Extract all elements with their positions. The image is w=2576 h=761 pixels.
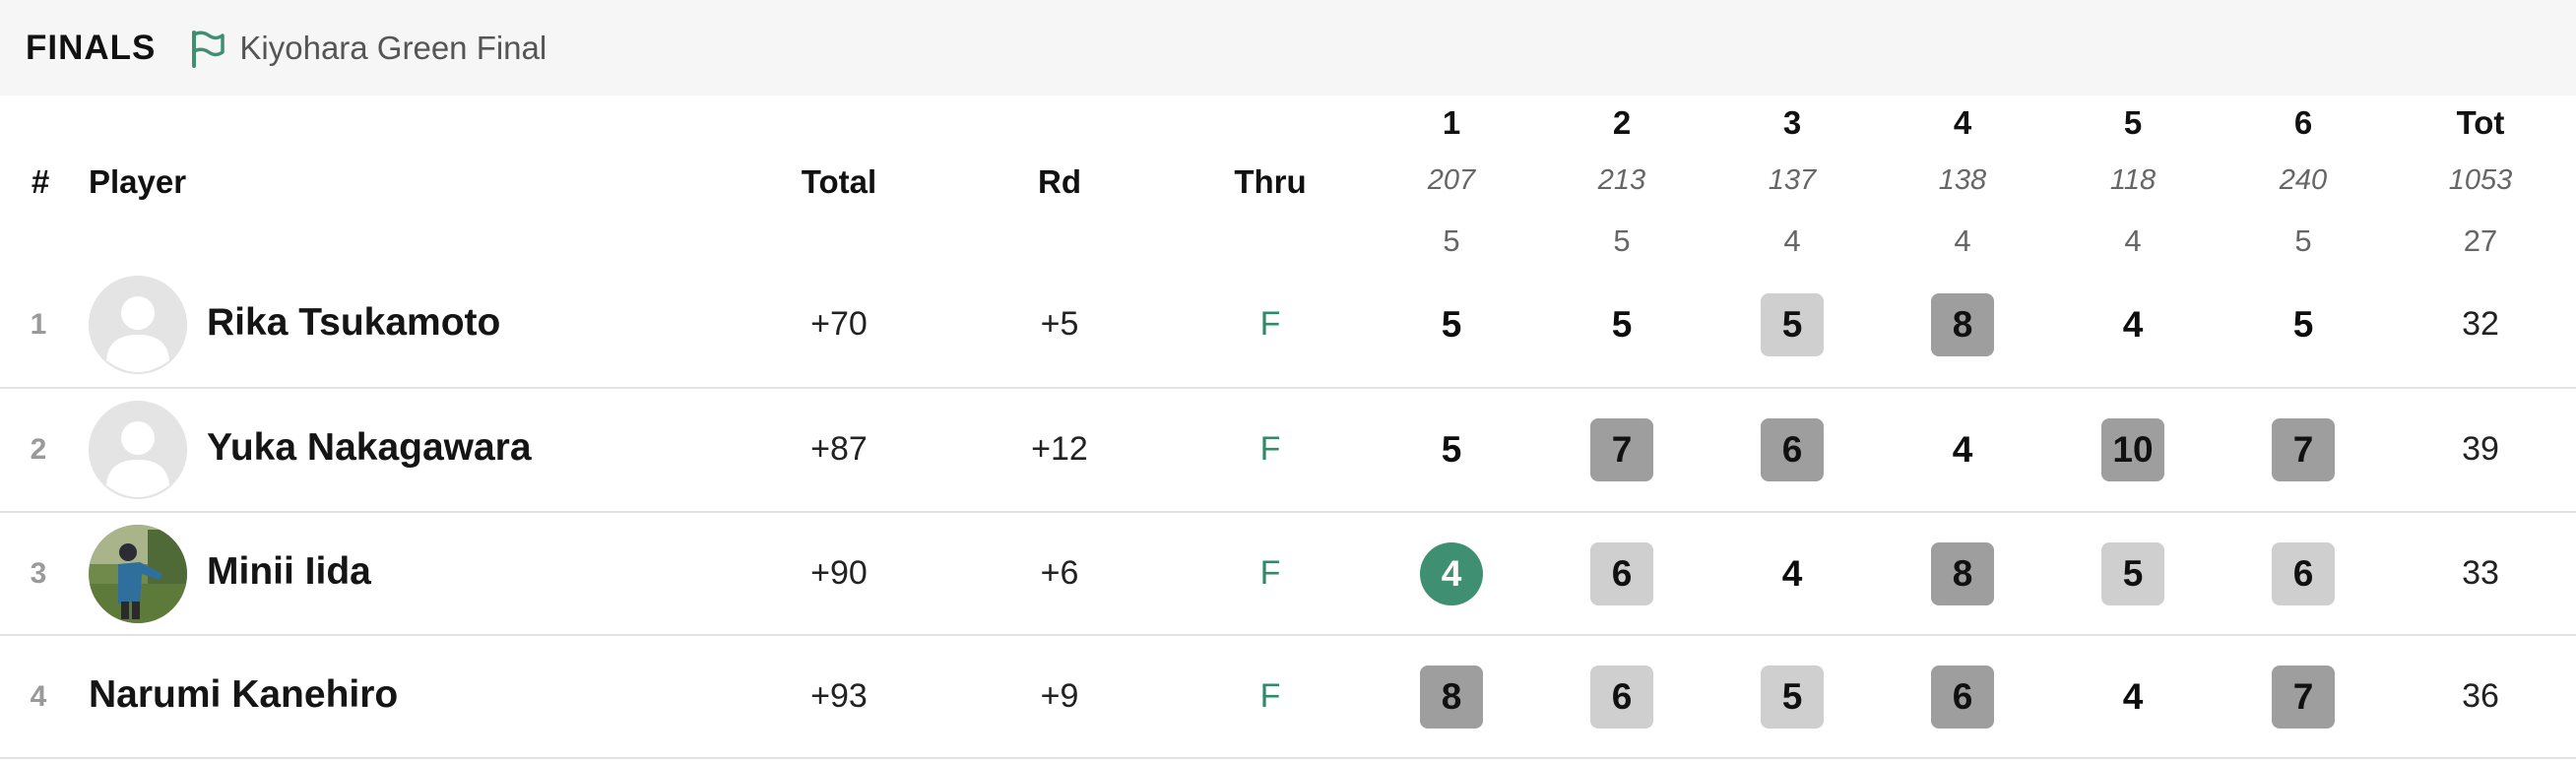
hole-score: 8 <box>1931 293 1994 356</box>
tot-column-header[interactable]: Tot <box>2382 104 2576 142</box>
hole-score: 6 <box>1590 542 1653 605</box>
tot-distance: 1053 <box>2448 164 2513 196</box>
player-round-score: +5 <box>1040 305 1079 343</box>
player-tot: 39 <box>2462 430 2499 468</box>
player-rank: 3 <box>30 557 47 590</box>
hole-score: 5 <box>1761 293 1824 356</box>
hole-par: 4 <box>1954 223 1971 258</box>
hole-number-header: 5 <box>2123 104 2143 141</box>
player-row[interactable]: 2 Yuka Nakagawara +87 +12 F 5 7 6 4 10 7 39 <box>0 387 2576 512</box>
hole-score: 4 <box>1952 429 1973 470</box>
hole-score: 7 <box>2272 418 2335 481</box>
rank-column-header: # <box>31 163 50 200</box>
hole-score: 4 <box>1781 553 1803 594</box>
flag-icon <box>188 29 227 68</box>
hole-score: 8 <box>1931 542 1994 605</box>
table-bottom-divider <box>0 757 2576 759</box>
default-avatar-icon[interactable] <box>89 276 187 374</box>
player-thru: F <box>1259 305 1281 343</box>
hole-score: 5 <box>1441 429 1462 470</box>
hole-par: 5 <box>2294 223 2312 258</box>
player-row[interactable]: 1 Rika Tsukamoto +70 +5 F 5 5 5 8 4 5 32 <box>0 264 2576 387</box>
hole-par: 4 <box>2124 223 2142 258</box>
player-round-score: +6 <box>1040 554 1079 592</box>
page-title: FINALS <box>26 28 157 67</box>
default-avatar-icon[interactable] <box>89 401 187 499</box>
hole-score: 4 <box>1420 542 1483 605</box>
player-rank: 2 <box>30 433 47 466</box>
hole-score: 6 <box>2272 542 2335 605</box>
hole-score: 6 <box>1931 666 1994 729</box>
player-total: +90 <box>810 554 868 592</box>
player-name-link[interactable]: Yuka Nakagawara <box>207 426 532 470</box>
player-name-link[interactable]: Minii Iida <box>207 550 371 594</box>
hole-par: 4 <box>1783 223 1801 258</box>
hole-distance: 213 <box>1597 164 1646 196</box>
player-tot: 36 <box>2462 677 2499 715</box>
player-rank: 4 <box>30 680 47 713</box>
hole-score: 8 <box>1420 666 1483 729</box>
hole-score: 5 <box>1611 304 1633 345</box>
hole-score: 10 <box>2101 418 2164 481</box>
player-round-score: +12 <box>1031 430 1088 468</box>
player-column-header[interactable]: Player <box>89 163 186 201</box>
hole-distance: 138 <box>1938 164 1987 196</box>
hole-score: 5 <box>1441 304 1462 345</box>
hole-score: 4 <box>2122 304 2144 345</box>
player-total: +70 <box>810 305 868 343</box>
total-column-header[interactable]: Total <box>741 163 937 201</box>
hole-par: 5 <box>1613 223 1631 258</box>
thru-column-header[interactable]: Thru <box>1172 163 1369 201</box>
player-rank: 1 <box>30 308 47 341</box>
hole-number-header: 6 <box>2293 104 2313 141</box>
player-name-link[interactable]: Rika Tsukamoto <box>207 301 500 345</box>
player-tot: 33 <box>2462 554 2499 592</box>
player-row[interactable]: 4 Narumi Kanehiro +93 +9 F 8 6 5 6 4 7 36 <box>0 634 2576 759</box>
player-photo-avatar[interactable] <box>89 525 187 623</box>
hole-number-header: 1 <box>1442 104 1461 141</box>
hole-distance: 240 <box>2279 164 2328 196</box>
player-row[interactable]: 3 Minii Iida +90 +6 F 4 6 4 8 5 6 33 <box>0 511 2576 636</box>
hole-number-header: 4 <box>1953 104 1972 141</box>
player-total: +87 <box>810 430 868 468</box>
hole-distance: 207 <box>1427 164 1476 196</box>
hole-distance: 118 <box>2109 164 2157 196</box>
player-thru: F <box>1259 677 1281 715</box>
player-tot: 32 <box>2462 305 2499 343</box>
top-bar: FINALS Kiyohara Green Final <box>0 0 2576 95</box>
rd-column-header[interactable]: Rd <box>961 163 1158 201</box>
hole-par: 5 <box>1443 223 1460 258</box>
hole-score: 5 <box>2292 304 2314 345</box>
player-thru: F <box>1259 430 1281 468</box>
round-name[interactable]: Kiyohara Green Final <box>239 30 547 67</box>
player-thru: F <box>1259 554 1281 592</box>
tot-par: 27 <box>2463 223 2498 258</box>
hole-score: 5 <box>1761 666 1824 729</box>
hole-score: 7 <box>2272 666 2335 729</box>
hole-distance: 137 <box>1768 164 1817 196</box>
hole-score: 6 <box>1590 666 1653 729</box>
hole-score: 7 <box>1590 418 1653 481</box>
player-round-score: +9 <box>1040 677 1079 715</box>
player-name-link[interactable]: Narumi Kanehiro <box>89 673 398 717</box>
hole-score: 6 <box>1761 418 1824 481</box>
player-total: +93 <box>810 677 868 715</box>
hole-number-header: 2 <box>1612 104 1632 141</box>
hole-score: 4 <box>2122 676 2144 717</box>
hole-number-header: 3 <box>1782 104 1802 141</box>
hole-score: 5 <box>2101 542 2164 605</box>
